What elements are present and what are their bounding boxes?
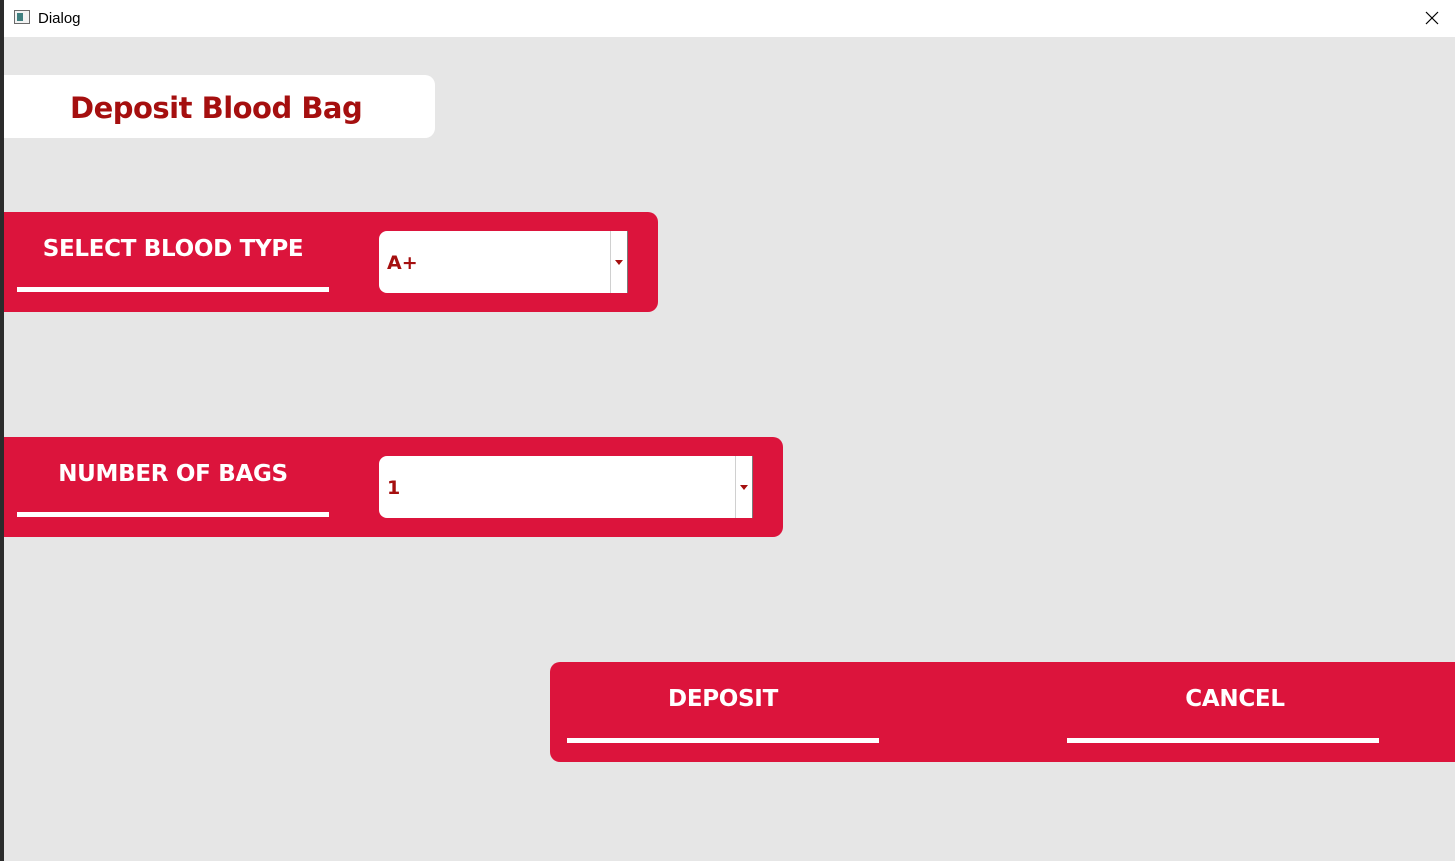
select-blood-type-label: SELECT BLOOD TYPE: [42, 236, 304, 262]
cancel-underline: [1067, 738, 1379, 743]
close-icon: [1425, 11, 1439, 25]
chevron-down-icon: [740, 485, 748, 490]
blood-type-value: A+: [387, 252, 418, 274]
deposit-button[interactable]: DEPOSIT: [567, 670, 879, 743]
number-of-bags-underline: [17, 512, 329, 517]
chevron-down-icon: [615, 260, 623, 265]
deposit-underline: [567, 738, 879, 743]
cancel-label: CANCEL: [1185, 686, 1285, 712]
actions-panel: DEPOSIT CANCEL: [550, 662, 1455, 762]
select-blood-type-button[interactable]: SELECT BLOOD TYPE: [17, 220, 329, 292]
deposit-label: DEPOSIT: [668, 686, 778, 712]
window-title: Dialog: [38, 10, 81, 27]
bags-combobox[interactable]: 1: [379, 456, 753, 518]
heading-box: Deposit Blood Bag: [4, 75, 435, 138]
app-window-icon: [14, 10, 30, 24]
bags-panel: NUMBER OF BAGS 1: [4, 437, 783, 537]
page-title: Deposit Blood Bag: [70, 91, 363, 125]
cancel-button[interactable]: CANCEL: [1067, 670, 1379, 743]
bags-dropdown-button[interactable]: [735, 456, 753, 518]
number-of-bags-button[interactable]: NUMBER OF BAGS: [17, 445, 329, 517]
select-blood-type-underline: [17, 287, 329, 292]
blood-type-combobox[interactable]: A+: [379, 231, 628, 293]
title-bar[interactable]: Dialog: [4, 0, 1455, 37]
blood-type-panel: SELECT BLOOD TYPE A+: [4, 212, 658, 312]
bags-value: 1: [387, 477, 401, 499]
number-of-bags-label: NUMBER OF BAGS: [58, 461, 288, 487]
blood-type-dropdown-button[interactable]: [610, 231, 628, 293]
dialog-window: Dialog Deposit Blood Bag SELECT BLOOD TY…: [0, 0, 1455, 861]
close-button[interactable]: [1409, 0, 1455, 37]
